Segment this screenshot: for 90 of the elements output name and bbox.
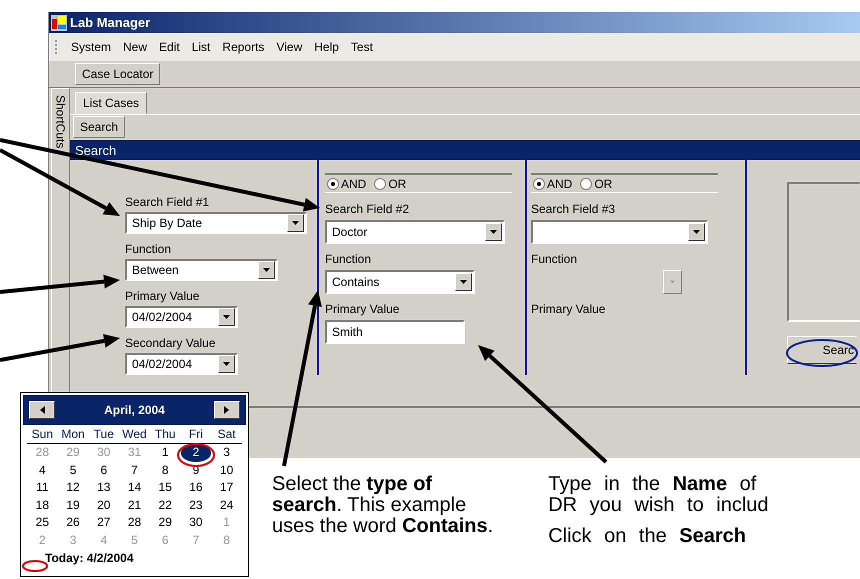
menu-item[interactable]: New — [123, 40, 148, 54]
calendar-day[interactable]: 8 — [150, 462, 181, 479]
menu-item[interactable]: Test — [350, 40, 373, 54]
function-label: Function — [325, 252, 372, 267]
menu-item[interactable]: View — [276, 40, 302, 54]
calendar-day[interactable]: 30 — [180, 514, 212, 532]
calendar-day[interactable]: 26 — [58, 514, 88, 532]
calendar-day[interactable]: 14 — [119, 479, 150, 496]
primary-value-label: Primary Value — [125, 289, 200, 303]
left-triangle-icon — [40, 406, 44, 414]
dropdown-arrow-icon — [223, 362, 230, 366]
search-field-dropdown[interactable] — [531, 220, 708, 244]
window-title: Lab Manager — [70, 15, 150, 30]
highlight-ellipse — [177, 443, 215, 467]
date-picker[interactable]: 04/02/2004 — [125, 353, 238, 375]
calendar-day[interactable]: 15 — [150, 479, 181, 496]
calendar-day[interactable]: 24 — [211, 496, 242, 514]
radio-option[interactable]: AND — [327, 176, 366, 190]
calendar-day[interactable]: 7 — [119, 462, 150, 479]
primary-value-label: Primary Value — [531, 302, 606, 317]
calendar-day[interactable]: 17 — [211, 479, 242, 496]
function-dropdown[interactable]: Between — [125, 259, 278, 281]
weekday-label: Sat — [211, 427, 242, 444]
callout-text: Type in the Name of DR you wish to includ — [548, 474, 769, 516]
calendar-day[interactable]: 20 — [88, 496, 120, 514]
search-field-dropdown[interactable]: Ship By Date — [125, 212, 307, 234]
weekday-label: Fri — [180, 427, 212, 444]
calendar-day[interactable]: 28 — [119, 514, 150, 532]
dropdown-arrow-icon — [263, 268, 270, 272]
calendar-day[interactable]: 5 — [58, 462, 88, 479]
calendar-day[interactable]: 21 — [119, 496, 150, 514]
calendar-day[interactable]: 11 — [27, 479, 58, 496]
previous-month-button[interactable] — [29, 401, 55, 419]
highlight-ellipse — [786, 339, 858, 367]
dropdown-arrow-icon — [693, 230, 700, 234]
calendar-day[interactable]: 19 — [58, 496, 88, 514]
calendar-day[interactable]: 13 — [88, 479, 120, 496]
app-logo-icon — [51, 14, 67, 30]
calendar-day[interactable]: 3 — [211, 444, 242, 462]
field-label: Search Field #1 — [125, 195, 210, 209]
menu-item[interactable]: System — [71, 40, 112, 54]
callout-text: Select the type of search. This example uses the word Contains. — [272, 474, 494, 537]
function-dropdown[interactable]: Contains — [325, 270, 475, 294]
function-label: Function — [125, 242, 172, 256]
calendar-day[interactable]: 29 — [150, 514, 181, 532]
weekday-label: Mon — [58, 427, 88, 444]
calendar-day[interactable]: 16 — [180, 479, 212, 496]
toolbar-button[interactable]: Case Locator — [75, 63, 160, 85]
calendar-day[interactable]: 22 — [150, 496, 181, 514]
tab[interactable]: List Cases — [75, 92, 148, 114]
right-triangle-icon — [224, 406, 230, 414]
search-field-dropdown[interactable]: Doctor — [325, 220, 505, 244]
callout-text: Click on the Search — [548, 526, 747, 547]
calendar-day[interactable]: 18 — [27, 496, 58, 514]
weekday-label: Wed — [119, 427, 150, 444]
calendar-day[interactable]: 23 — [180, 496, 212, 514]
dropdown-arrow-icon — [670, 280, 675, 284]
primary-value-label: Primary Value — [325, 302, 400, 317]
calendar-day[interactable]: 4 — [27, 462, 58, 479]
field-label: Search Field #2 — [325, 202, 410, 217]
weekday-label: Sun — [27, 427, 58, 444]
search-tab-button[interactable]: Search — [73, 116, 126, 138]
calendar-day[interactable]: 12 — [58, 479, 88, 496]
function-label: Function — [531, 252, 578, 267]
calendar-day[interactable]: 6 — [88, 462, 120, 479]
radio-option[interactable]: AND — [533, 176, 572, 190]
dropdown-arrow-icon — [223, 315, 230, 319]
menu-item[interactable]: Reports — [222, 40, 264, 54]
calendar-day[interactable]: 25 — [27, 514, 58, 532]
date-picker[interactable]: 04/02/2004 — [125, 306, 238, 328]
secondary-value-label: Secondary Value — [125, 336, 217, 350]
panel-header: Search — [70, 140, 860, 160]
calendar-day[interactable]: 1 — [150, 444, 181, 462]
primary-value-input[interactable]: Smith — [325, 320, 465, 344]
menu-item[interactable]: Help — [314, 40, 339, 54]
radio-option[interactable]: OR — [374, 176, 406, 190]
field-label: Search Field #3 — [531, 202, 616, 217]
weekday-label: Thu — [150, 427, 181, 444]
today-label[interactable]: Today: 4/2/2004 — [45, 551, 134, 565]
calendar-day[interactable]: 27 — [88, 514, 120, 532]
dropdown-arrow-icon — [460, 280, 467, 284]
dropdown-arrow-icon — [490, 230, 497, 234]
month-title: April, 2004 — [104, 403, 165, 417]
calendar-day[interactable]: 10 — [211, 462, 242, 479]
next-month-button[interactable] — [214, 401, 240, 419]
weekday-label: Tue — [88, 427, 120, 444]
menu-item[interactable]: Edit — [159, 40, 180, 54]
radio-option[interactable]: OR — [580, 176, 612, 190]
menu-item[interactable]: List — [192, 40, 210, 54]
dropdown-arrow-icon — [292, 221, 299, 225]
